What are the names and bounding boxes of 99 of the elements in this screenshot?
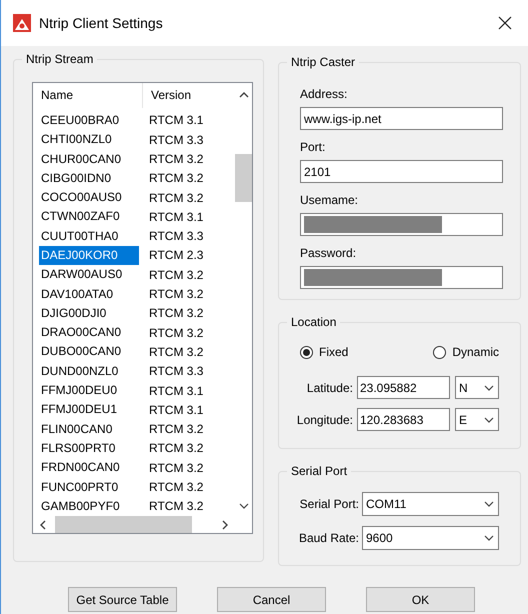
table-cell-text: RTCM 3.2: [149, 190, 204, 207]
table-cell-text: CUUT00THA0: [40, 228, 120, 245]
table-cell: DAEJ00KOR0: [39, 246, 139, 265]
field-label: Address:: [300, 86, 348, 103]
field-label: Latitude:: [306, 380, 354, 396]
table-cell-text: RTCM 3.2: [149, 324, 204, 342]
dropdown[interactable]: 9600: [362, 526, 499, 550]
table-cell-text: DAV100ATA0: [40, 286, 114, 303]
field-label: Password:: [300, 245, 358, 262]
table-cell-text: CHTI00NZL0: [40, 131, 113, 148]
list-row[interactable]: DAV100ATA0 RTCM 3.2: [33, 284, 235, 304]
app-logo-icon: [13, 14, 31, 32]
table-cell-text: CEEU00BRA0: [40, 112, 120, 129]
list-row[interactable]: COCO00AUS0 RTCM 3.2: [33, 188, 235, 208]
table-cell-text: DRAO00CAN0: [40, 324, 122, 342]
table-cell-text: CTWN00ZAF0: [40, 208, 121, 226]
table-cell-text: RTCM 3.2: [149, 266, 204, 284]
table-cell-text: RTCM 3.1: [149, 112, 204, 130]
close-icon[interactable]: [498, 16, 512, 30]
table-cell-text: CHUR00CAN0: [40, 150, 122, 168]
table-cell-text: FLIN00CAN0: [40, 420, 114, 438]
table-cell-text: GAMB00PYF0: [40, 498, 121, 515]
list-row[interactable]: DUND00NZL0 RTCM 3.3: [33, 362, 235, 381]
field-label: Usemame:: [300, 192, 360, 209]
table-cell-text: RTCM 3.3: [149, 132, 204, 149]
table-cell-text: RTCM 3.1: [149, 402, 204, 419]
table-cell-text: RTCM 3.2: [149, 440, 204, 458]
table-cell-text: RTCM 3.1: [149, 382, 204, 400]
list-row[interactable]: FLRS00PRT0 RTCM 3.2: [33, 438, 235, 458]
field-label: Longitude:: [296, 412, 354, 428]
table-cell-text: RTCM 3.2: [149, 305, 204, 322]
field-label: Serial Port:: [298, 496, 360, 513]
table-cell-text: RTCM 3.2: [149, 286, 204, 304]
field-label: Port:: [300, 139, 326, 156]
list-row[interactable]: GAMB00PYF0 RTCM 3.2: [33, 496, 235, 516]
dialog-button[interactable]: Cancel: [217, 587, 326, 612]
list-row[interactable]: FRDN00CAN0 RTCM 3.2: [33, 458, 235, 478]
input-field[interactable]: [300, 213, 503, 236]
table-cell-text: RTCM 3.1: [149, 208, 204, 226]
table-cell-text: FLRS00PRT0: [40, 440, 116, 457]
table-cell-text: FFMJ00DEU0: [40, 382, 118, 400]
table-cell-text: RTCM 3.3: [149, 228, 204, 246]
dialog-button[interactable]: OK: [366, 587, 475, 612]
table-cell-text: RTCM 3.2: [149, 344, 204, 361]
table-cell-text: RTCM 3.2: [149, 498, 204, 516]
dropdown[interactable]: COM11: [362, 492, 499, 516]
list-row[interactable]: DRAO00CAN0 RTCM 3.2: [33, 323, 235, 342]
list-row[interactable]: CIBG00IDN0 RTCM 3.2: [33, 168, 235, 188]
list-row[interactable]: FFMJ00DEU0 RTCM 3.1: [33, 380, 235, 400]
table-cell-text: DARW00AUS0: [40, 266, 124, 284]
input-field[interactable]: 120.283683: [356, 408, 450, 431]
radio-button[interactable]: [300, 346, 313, 358]
list-row[interactable]: CHUR00CAN0 RTCM 3.2: [33, 149, 235, 169]
list-row[interactable]: CEEU00BRA0 RTCM 3.1: [33, 110, 235, 130]
radio-label: Fixed: [319, 344, 348, 361]
table-cell-text: CIBG00IDN0: [40, 170, 112, 187]
list-row[interactable]: FUNC00PRT0 RTCM 3.2: [33, 477, 235, 497]
list-row[interactable]: FLIN00CAN0 RTCM 3.2: [33, 420, 235, 439]
table-cell-text: RTCM 2.3: [149, 247, 204, 264]
radio-option[interactable]: Fixed: [300, 343, 348, 361]
dropdown[interactable]: E: [455, 408, 499, 431]
table-cell-text: COCO00AUS0: [40, 189, 123, 206]
table-cell-text: RTCM 3.2: [149, 460, 204, 477]
list-row[interactable]: CUUT00THA0 RTCM 3.3: [33, 226, 235, 246]
radio-option[interactable]: Dynamic: [433, 343, 499, 361]
dialog-button[interactable]: Get Source Table: [68, 587, 177, 612]
list-row[interactable]: CTWN00ZAF0 RTCM 3.1: [33, 207, 235, 227]
table-cell-text: DUND00NZL0: [40, 362, 120, 380]
table-cell-text: RTCM 3.3: [149, 363, 204, 380]
list-row[interactable]: FFMJ00DEU1 RTCM 3.1: [33, 400, 235, 420]
list-row[interactable]: DJIG00DJI0 RTCM 3.2: [33, 304, 235, 324]
radio-button[interactable]: [433, 346, 446, 358]
table-cell-text: RTCM 3.2: [149, 170, 204, 188]
table-cell-text: RTCM 3.2: [149, 421, 204, 438]
input-field[interactable]: 2101: [300, 160, 503, 183]
list-row[interactable]: CHTI00NZL0 RTCM 3.3: [33, 130, 235, 150]
table-cell-text: FUNC00PRT0: [40, 478, 120, 496]
group-title: Ntrip Caster: [287, 54, 360, 70]
scroll-thumb[interactable]: [235, 154, 252, 202]
column-header[interactable]: Name: [33, 83, 143, 108]
window-title: Ntrip Client Settings: [39, 14, 164, 33]
table-cell-text: RTCM 3.2: [149, 479, 204, 496]
group-title: Ntrip Stream: [22, 51, 98, 67]
list-row[interactable]: DAEJ00KOR0 RTCM 2.3: [33, 246, 235, 266]
input-field[interactable]: www.igs-ip.net: [300, 107, 503, 130]
input-field[interactable]: 23.095882: [356, 376, 450, 399]
table-cell-text: FRDN00CAN0: [40, 459, 121, 476]
scroll-thumb[interactable]: [55, 516, 192, 533]
table-cell-text: DJIG00DJI0: [40, 304, 108, 322]
field-label: Baud Rate:: [298, 530, 360, 547]
column-header[interactable]: Version: [143, 86, 192, 104]
dropdown[interactable]: N: [455, 376, 499, 399]
radio-label: Dynamic: [452, 344, 499, 361]
input-field[interactable]: [300, 266, 503, 289]
list-row[interactable]: DUBO00CAN0 RTCM 3.2: [33, 342, 235, 362]
table-cell-text: DUBO00CAN0: [40, 343, 122, 360]
table-cell-text: FFMJ00DEU1: [40, 401, 118, 418]
table-cell-text: RTCM 3.2: [149, 151, 204, 168]
list-row[interactable]: DARW00AUS0 RTCM 3.2: [33, 265, 235, 284]
